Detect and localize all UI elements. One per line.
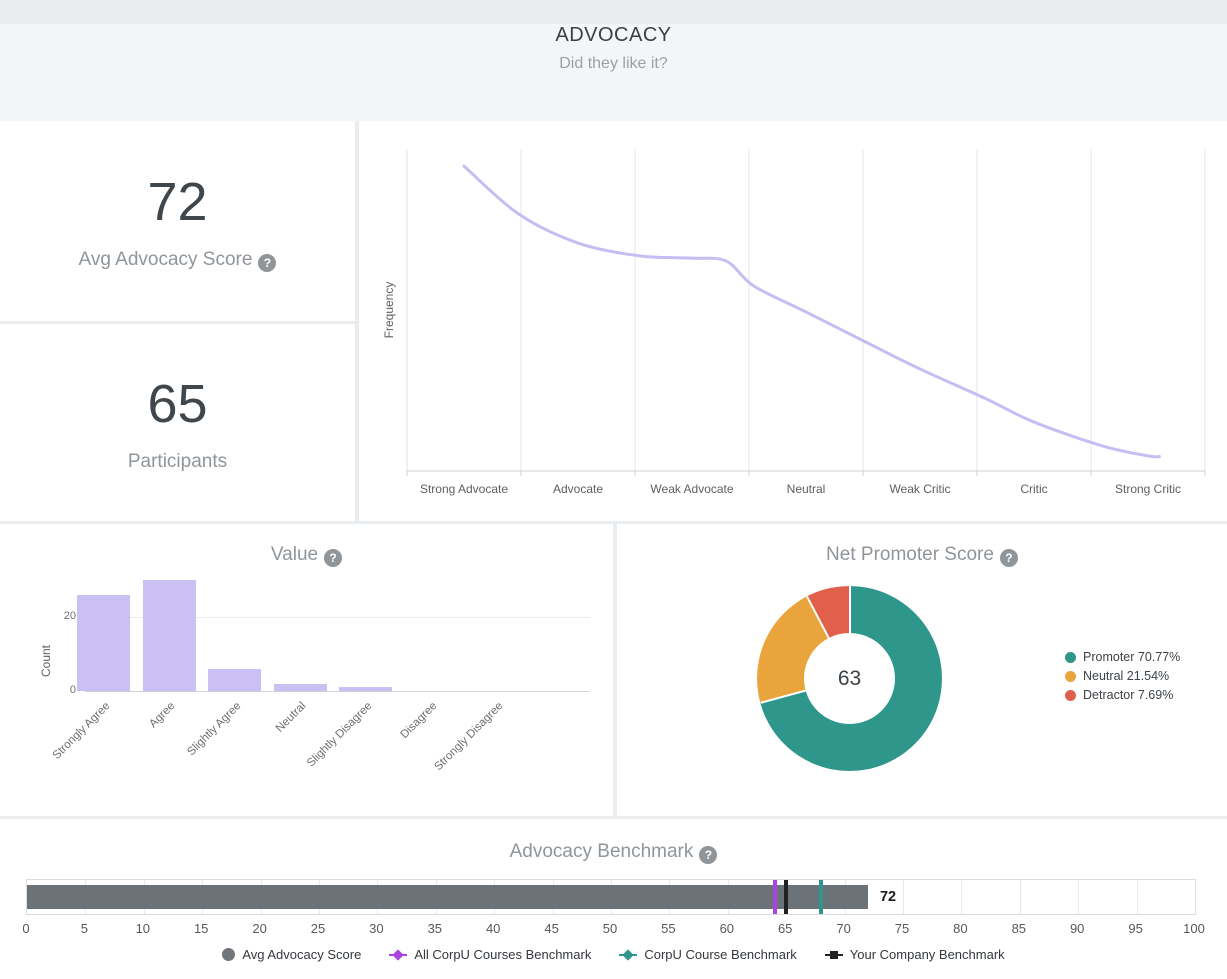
benchmark-gridline	[1078, 880, 1079, 914]
value-category-label: Slightly Agree	[128, 700, 243, 815]
nps-legend-label: Detractor 7.69%	[1083, 688, 1173, 702]
page-subtitle: Did they like it?	[0, 55, 1227, 73]
avg-advocacy-score-card: 72 Avg Advocacy Score?	[0, 121, 355, 321]
nps-legend-dot	[1065, 671, 1076, 682]
value-y-tick: 20	[52, 610, 76, 622]
benchmark-tick-label: 20	[252, 921, 266, 936]
participants-value: 65	[147, 373, 207, 435]
benchmark-tick-label: 60	[720, 921, 734, 936]
value-bar	[274, 684, 327, 691]
nps-donut-chart: 63	[757, 586, 942, 771]
page-title: ADVOCACY	[0, 24, 1227, 47]
help-icon[interactable]: ?	[258, 254, 276, 272]
x-axis-category-label: Strong Advocate	[420, 482, 508, 496]
participants-card: 65 Participants	[0, 324, 355, 521]
benchmark-tick-label: 45	[544, 921, 558, 936]
advocacy-frequency-chart: Strong Advocate Advocate Weak Advocate Neut…	[359, 121, 1227, 521]
benchmark-track: 72	[26, 879, 1196, 915]
benchmark-gridline	[903, 880, 904, 914]
benchmark-marker	[773, 880, 777, 914]
x-axis-category-label: Advocate	[553, 482, 603, 496]
value-bar	[77, 595, 130, 691]
benchmark-tick-label: 35	[428, 921, 442, 936]
help-icon[interactable]: ?	[1000, 549, 1018, 567]
benchmark-tick-label: 50	[603, 921, 617, 936]
x-axis-category-label: Neutral	[787, 482, 826, 496]
value-bar	[143, 580, 196, 691]
nps-legend-item[interactable]: Neutral 21.54%	[1065, 669, 1180, 683]
nps-panel: Net Promoter Score? 63 Promoter 70.77% Ne…	[617, 524, 1227, 816]
x-axis-category-label: Strong Critic	[1115, 482, 1181, 496]
benchmark-tick-label: 15	[194, 921, 208, 936]
avg-advocacy-score-value: 72	[147, 171, 207, 233]
benchmark-gridline	[1020, 880, 1021, 914]
x-axis-category-label: Critic	[1020, 482, 1047, 496]
benchmark-gridline	[961, 880, 962, 914]
benchmark-score-bar	[27, 885, 868, 909]
value-y-axis-label: Count	[39, 645, 53, 677]
benchmark-tick-label: 70	[836, 921, 850, 936]
value-bar	[339, 687, 392, 691]
frequency-curve-plot: Strong Advocate Advocate Weak Advocate Neut…	[359, 121, 1227, 521]
value-bar	[208, 669, 261, 691]
benchmark-tick-label: 85	[1012, 921, 1026, 936]
benchmark-marker	[819, 880, 823, 914]
benchmark-tick-label: 100	[1183, 921, 1205, 936]
nps-legend-item[interactable]: Promoter 70.77%	[1065, 650, 1180, 664]
benchmark-gridline	[1137, 880, 1138, 914]
value-category-label: Strongly Disagree	[390, 700, 505, 815]
benchmark-title: Advocacy Benchmark?	[0, 841, 1227, 864]
nps-legend-dot	[1065, 652, 1076, 663]
nps-center-value: 63	[804, 633, 895, 724]
benchmark-tick-label: 40	[486, 921, 500, 936]
benchmark-tick-label: 75	[895, 921, 909, 936]
value-y-tick: 0	[52, 684, 76, 696]
advocacy-benchmark-panel: Advocacy Benchmark? 72 0 5 10 15 20 25 30 35 40 4…	[0, 819, 1227, 979]
nps-legend-label: Promoter 70.77%	[1083, 650, 1180, 664]
nps-legend-dot	[1065, 690, 1076, 701]
benchmark-score-label: 72	[880, 885, 896, 909]
value-category-label: Disagree	[325, 700, 440, 815]
x-axis-category-label: Weak Advocate	[650, 482, 733, 496]
nps-legend-item[interactable]: Detractor 7.69%	[1065, 688, 1180, 702]
benchmark-tick-label: 80	[953, 921, 967, 936]
help-icon[interactable]: ?	[324, 549, 342, 567]
nps-legend-label: Neutral 21.54%	[1083, 669, 1169, 683]
avg-advocacy-score-label: Avg Advocacy Score?	[79, 249, 277, 272]
value-category-label: Neutral	[194, 700, 309, 815]
benchmark-tick-label: 65	[778, 921, 792, 936]
participants-label: Participants	[128, 451, 227, 473]
benchmark-tick-label: 10	[136, 921, 150, 936]
value-category-label: Agree	[63, 700, 178, 815]
benchmark-tick-label: 0	[22, 921, 29, 936]
value-category-label: Strongly Agree	[0, 700, 112, 815]
value-chart-title: Value?	[0, 544, 613, 567]
benchmark-tick-label: 25	[311, 921, 325, 936]
frequency-y-axis-label: Frequency	[382, 282, 396, 339]
value-chart-panel: Value? Count 200Strongly AgreeAgreeSligh…	[0, 524, 613, 816]
benchmark-tick-label: 30	[369, 921, 383, 936]
benchmark-tick-label: 90	[1070, 921, 1084, 936]
x-axis-baseline	[85, 691, 590, 692]
benchmark-tick-label: 95	[1128, 921, 1142, 936]
nps-title: Net Promoter Score?	[617, 544, 1227, 567]
page-header: ADVOCACY Did they like it?	[0, 24, 1227, 121]
frequency-curve-line	[464, 166, 1159, 457]
benchmark-marker	[784, 880, 788, 914]
x-axis-category-label: Weak Critic	[889, 482, 950, 496]
value-category-label: Slightly Disagree	[259, 700, 374, 815]
benchmark-tick-label: 5	[81, 921, 88, 936]
nps-legend: Promoter 70.77% Neutral 21.54% Detractor 7…	[1065, 650, 1180, 707]
help-icon[interactable]: ?	[699, 846, 717, 864]
benchmark-tick-label: 55	[661, 921, 675, 936]
